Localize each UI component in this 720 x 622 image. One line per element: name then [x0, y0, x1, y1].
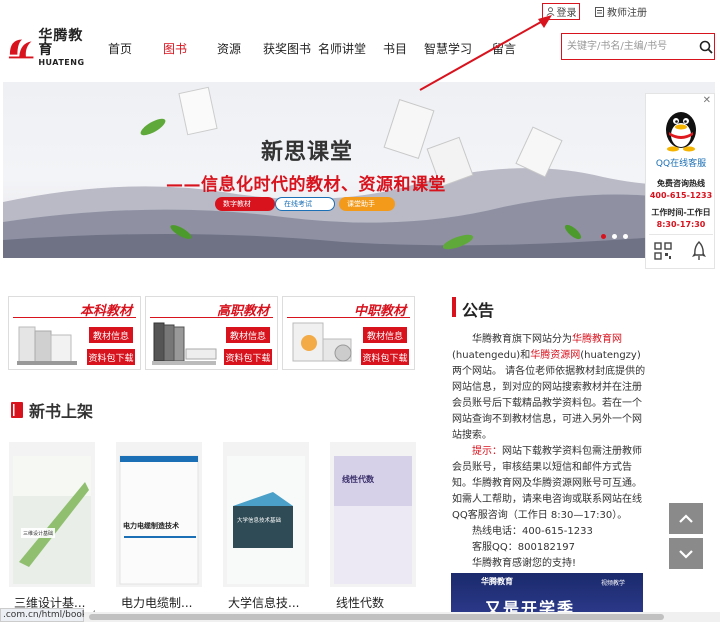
pill-online-exam[interactable]: 在线考试: [275, 197, 335, 211]
book-cover-title: 三维设计基础: [23, 530, 53, 537]
carousel-dots: [601, 234, 628, 239]
carousel-dot[interactable]: [623, 234, 628, 239]
free-hotline-label: 免费咨询热线: [657, 179, 705, 188]
logo-mark-icon: [8, 39, 34, 59]
document-icon: [595, 6, 604, 17]
scroll-down-button[interactable]: [669, 538, 703, 569]
textbook-info-button[interactable]: 教材信息: [363, 327, 407, 343]
category-divider: [150, 317, 273, 318]
search-icon[interactable]: [699, 40, 713, 54]
resource-download-button[interactable]: 资料包下载: [224, 349, 272, 365]
carousel-dot[interactable]: [601, 234, 606, 239]
announcement-tip: 提示：网站下载教学资料包需注册教师会员账号，审核结果以短信和邮件方式告知。华腾教…: [452, 446, 642, 521]
nav-books[interactable]: 图书: [163, 40, 187, 57]
announcement-body: 华腾教育旗下网站分为华腾教育网(huatengedu)和华腾资源网(huaten…: [452, 332, 647, 572]
contact-widget: ✕ QQ在线客服 免费咨询热线 400-615-1233 工作时间-工作日 8:…: [645, 93, 715, 269]
close-icon[interactable]: ✕: [703, 95, 711, 106]
search-box: [561, 33, 715, 60]
new-books-title: 新书上架: [29, 402, 94, 421]
book-icon: [11, 402, 23, 418]
nav-teacher-lectures[interactable]: 名师讲堂: [318, 40, 366, 57]
chevron-down-icon: [679, 549, 693, 559]
annotation-arrow: [419, 15, 552, 91]
book-card[interactable]: 线性代数: [330, 442, 416, 587]
textbook-info-button[interactable]: 教材信息: [226, 327, 270, 343]
book-cover: 线性代数: [334, 456, 412, 584]
book-cover-title: 电力电缆制造技术: [123, 521, 179, 530]
carousel-dot[interactable]: [612, 234, 617, 239]
book-title[interactable]: 大学信息技...: [228, 594, 299, 611]
announcement-title: 公告: [462, 301, 495, 320]
category-divider: [287, 317, 410, 318]
banner-subtitle: ——信息化时代的教材、资源和课堂: [166, 175, 446, 195]
announcement-accent: [452, 297, 456, 317]
huatengzy-link[interactable]: 华腾资源网: [530, 350, 580, 361]
logo-cn: 华腾教育: [38, 28, 84, 58]
qq-penguin-icon[interactable]: [661, 104, 701, 152]
books-stack-icon: [17, 326, 77, 365]
announcement-paragraph: 华腾教育旗下网站分为华腾教育网(huatengedu)和华腾资源网(huaten…: [452, 334, 646, 441]
resource-download-button[interactable]: 资料包下载: [87, 349, 135, 365]
textbook-info-button[interactable]: 教材信息: [89, 327, 133, 343]
category-secondary-vocational[interactable]: 中职教材 教材信息 资料包下载: [282, 296, 415, 370]
book-title[interactable]: 电力电缆制...: [121, 594, 192, 611]
status-url: .com.cn/html/books/: [0, 608, 95, 622]
nav-catalog[interactable]: 书目: [383, 40, 407, 57]
hotline-text: 热线电话：400-615-1233: [472, 526, 593, 537]
book-title[interactable]: 线性代数: [336, 594, 384, 611]
logo-en: HUATENG: [38, 58, 85, 67]
books-stack-icon: [292, 322, 352, 362]
work-hours: 8:30-17:30: [656, 220, 706, 229]
nav-award-books[interactable]: 获奖图书: [263, 40, 311, 57]
widget-divider: [649, 234, 713, 235]
thanks-text: 华腾教育感谢您的支持!: [472, 558, 577, 569]
book-card[interactable]: 三维设计基础: [9, 442, 95, 587]
nav-home[interactable]: 首页: [108, 40, 132, 57]
pill-class-assistant[interactable]: 课堂助手: [339, 197, 395, 211]
scrollbar-thumb[interactable]: [89, 614, 664, 620]
work-hours-label: 工作时间-工作日: [651, 208, 711, 217]
book-cover-title: 大学信息技术基础: [237, 516, 282, 524]
resource-download-button[interactable]: 资料包下载: [361, 349, 409, 365]
pill-digital-textbook[interactable]: 数字教材: [215, 197, 275, 211]
chevron-up-icon: [679, 513, 693, 523]
new-books-header: 新书上架: [10, 398, 93, 422]
hero-banner[interactable]: 新思课堂 ——信息化时代的教材、资源和课堂 数字教材 在线考试 课堂助手: [3, 82, 715, 258]
banner-title: 新思课堂: [261, 139, 354, 165]
book-cover-title: 线性代数: [342, 474, 375, 484]
nav-resources[interactable]: 资源: [217, 40, 241, 57]
qq-online-service[interactable]: QQ在线客服: [646, 156, 716, 169]
huatengedu-link[interactable]: 华腾教育网: [572, 334, 622, 345]
category-undergrad[interactable]: 本科教材 教材信息 资料包下载: [8, 296, 141, 370]
site-logo[interactable]: 华腾教育 HUATENG: [7, 28, 95, 67]
announcement-image-logo: 华腾教育: [481, 577, 513, 586]
book-card[interactable]: 电力电缆制造技术: [116, 442, 202, 587]
book-cover: 大学信息技术基础: [227, 456, 305, 584]
book-cover: 电力电缆制造技术: [119, 455, 199, 585]
search-input[interactable]: [567, 35, 695, 58]
books-stack-icon: [152, 322, 217, 365]
category-vocational-college[interactable]: 高职教材 教材信息 资料包下载: [145, 296, 278, 370]
teacher-register-label: 教师注册: [607, 8, 647, 19]
teacher-register-link[interactable]: 教师注册: [595, 4, 647, 19]
service-qq-text: 客服QQ：800182197: [472, 542, 576, 553]
horizontal-scrollbar[interactable]: [84, 612, 720, 622]
scroll-up-button[interactable]: [669, 503, 703, 534]
book-card[interactable]: 大学信息技术基础: [223, 442, 309, 587]
book-cover: 三维设计基础: [13, 456, 91, 584]
hotline-number: 400-615-1233: [649, 191, 713, 200]
category-divider: [13, 317, 136, 318]
qrcode-icon[interactable]: [654, 242, 672, 260]
rocket-top-icon[interactable]: [691, 241, 707, 261]
announcement-image-caption: 视频教学: [601, 580, 626, 587]
